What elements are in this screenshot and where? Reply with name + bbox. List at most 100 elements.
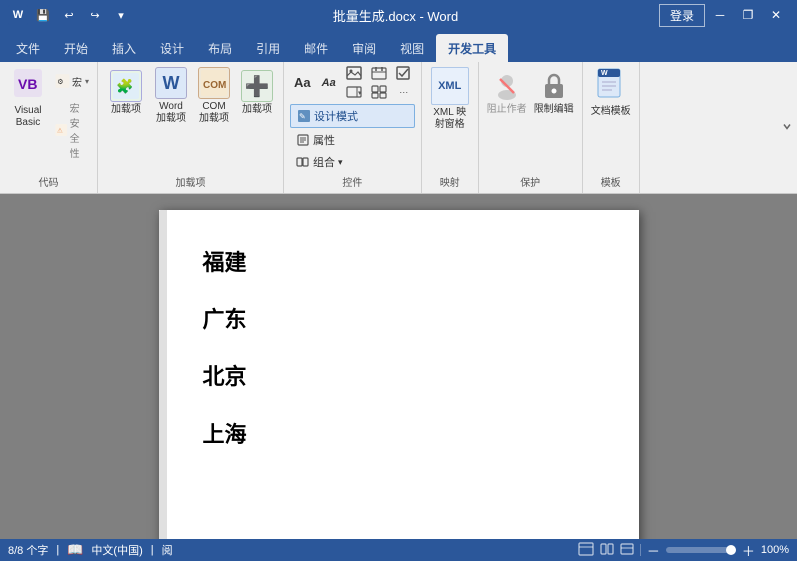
code-group-label: 代码 — [39, 174, 59, 191]
view-layout-btn[interactable] — [578, 542, 594, 559]
document-content: 福建 广东 北京 上海 — [199, 234, 599, 463]
combo-ctrl-btn[interactable]: ▾ — [343, 83, 365, 101]
picture-content-control-btn[interactable]: Aa — [318, 75, 340, 91]
com-addins-button[interactable]: COM COM加载项 — [194, 64, 234, 128]
date-ctrl-btn[interactable] — [368, 64, 390, 82]
image-ctrl-btn[interactable] — [343, 64, 365, 82]
more-ctrl-btn[interactable]: ⋯ — [393, 83, 415, 101]
view-read-btn[interactable] — [600, 542, 614, 559]
doc-template-label: 文档模板 — [591, 106, 631, 118]
spell-check-icon: 📖 — [67, 542, 83, 558]
redo-quick-btn[interactable]: ↪ — [84, 4, 106, 26]
template-group-label: 模板 — [601, 174, 621, 191]
zoom-in-btn[interactable]: ＋ — [742, 541, 755, 560]
ribbon-expand-btn[interactable] — [781, 120, 793, 135]
ribbon-group-code: VB Visual Basic ⚙ 宏 ▾ ⚠ 宏安全性 代码 — [0, 62, 98, 193]
addins-group-label: 加载项 — [176, 174, 206, 191]
word-addins-button[interactable]: W Word加载项 — [151, 64, 191, 128]
word-addins-label: Word加载项 — [156, 101, 186, 125]
doc-template-icon: W — [595, 68, 627, 104]
status-right: － ＋ 100% — [578, 541, 789, 560]
zoom-level: 100% — [761, 544, 789, 556]
doc-template-button[interactable]: W 文档模板 — [589, 64, 633, 122]
design-mode-button[interactable]: ✎ 设计模式 — [290, 104, 415, 128]
view-web-btn[interactable] — [620, 542, 634, 559]
title-text: 批量生成.docx - Word — [132, 6, 659, 25]
tab-references[interactable]: 引用 — [244, 34, 292, 62]
tab-review[interactable]: 审阅 — [340, 34, 388, 62]
block-authors-button[interactable]: 阻止作者 — [485, 64, 529, 122]
word-icon: W — [8, 5, 28, 25]
svg-text:VB: VB — [18, 76, 37, 92]
macro-security-button[interactable]: ⚠ 宏安全性 — [53, 98, 91, 162]
tab-file[interactable]: 文件 — [4, 34, 52, 62]
document-page: 福建 广东 北京 上海 — [159, 210, 639, 539]
text-content-control-btn[interactable]: Aa — [290, 73, 315, 92]
addins-group-content: 🧩 加载项 W Word加载项 COM COM加载项 — [104, 64, 277, 172]
design-mode-icon: ✎ — [297, 109, 311, 123]
title-bar-right: 登录 ─ ❐ ✕ — [659, 2, 789, 28]
properties-button[interactable]: 属性 — [290, 130, 415, 150]
tab-mailing[interactable]: 邮件 — [292, 34, 340, 62]
restrict-editing-button[interactable]: 限制编辑 — [532, 64, 576, 122]
svg-text:COM: COM — [203, 80, 226, 91]
restrict-editing-icon — [538, 70, 570, 102]
login-button[interactable]: 登录 — [659, 4, 705, 27]
svg-text:⚙: ⚙ — [57, 78, 63, 86]
ribbon-group-mapping: XML XML 映射窗格 映射 — [422, 62, 479, 193]
svg-text:🧩: 🧩 — [116, 78, 133, 95]
title-bar: W 💾 ↩ ↪ ▾ 批量生成.docx - Word 登录 ─ ❐ ✕ — [0, 0, 797, 30]
visual-basic-label: Visual Basic — [8, 105, 48, 129]
group-button[interactable]: 组合 ▾ — [290, 152, 415, 172]
addins-label: 加载项 — [111, 104, 141, 116]
read-mode-label: 阅 — [162, 542, 173, 558]
insert-addins-label: 加载项 — [242, 104, 272, 116]
status-sep — [640, 544, 641, 556]
tab-view[interactable]: 视图 — [388, 34, 436, 62]
save-quick-btn[interactable]: 💾 — [32, 4, 54, 26]
word-letter: W — [163, 73, 180, 94]
template-group-content: W 文档模板 — [589, 64, 633, 172]
controls-group-content: Aa Aa ▾ — [290, 64, 415, 172]
controls-top-row: Aa Aa ▾ — [290, 64, 415, 101]
restore-button[interactable]: ❐ — [735, 2, 761, 28]
visual-basic-icon: VB — [12, 67, 44, 103]
status-divider2: | — [151, 544, 154, 556]
macro-icon: ⚙ — [55, 68, 70, 94]
group-label: 组合 — [313, 154, 335, 170]
ribbon-tab-bar: 文件 开始 插入 设计 布局 引用 邮件 审阅 视图 开发工具 🔍 👤 共享 — [0, 30, 797, 62]
undo-quick-btn[interactable]: ↩ — [58, 4, 80, 26]
addins-button[interactable]: 🧩 加载项 — [104, 64, 148, 122]
tab-home[interactable]: 开始 — [52, 34, 100, 62]
customize-quick-btn[interactable]: ▾ — [110, 4, 132, 26]
properties-label: 属性 — [313, 132, 335, 148]
page-left-margin — [159, 210, 167, 539]
word-addins-icon: W — [155, 67, 187, 99]
com-addins-icon: COM — [198, 67, 230, 99]
block-authors-icon — [491, 70, 523, 102]
minimize-button[interactable]: ─ — [707, 2, 733, 28]
status-divider1: | — [56, 544, 59, 556]
macro-button[interactable]: ⚙ 宏 ▾ — [53, 66, 91, 96]
macro-security-icon: ⚠ — [55, 117, 68, 143]
zoom-out-btn[interactable]: － — [647, 541, 660, 560]
status-bar: 8/8 个字 | 📖 中文(中国) | 阅 － ＋ 100% — [0, 539, 797, 561]
checkbox-ctrl-btn[interactable] — [393, 64, 415, 82]
language-label: 中文(中国) — [91, 542, 142, 558]
svg-text:✎: ✎ — [299, 112, 306, 121]
close-button[interactable]: ✕ — [763, 2, 789, 28]
xml-mapping-button[interactable]: XML XML 映射窗格 — [428, 64, 472, 134]
svg-text:▾: ▾ — [358, 90, 362, 97]
building-block-ctrl-btn[interactable] — [368, 83, 390, 101]
macro-label: 宏 — [72, 74, 82, 89]
tab-insert[interactable]: 插入 — [100, 34, 148, 62]
tab-design[interactable]: 设计 — [148, 34, 196, 62]
tab-developer[interactable]: 开发工具 — [436, 34, 508, 62]
insert-addins-button[interactable]: ➕ 加载项 — [237, 64, 277, 122]
zoom-slider[interactable] — [666, 547, 736, 553]
tab-layout[interactable]: 布局 — [196, 34, 244, 62]
doc-line-4: 上海 — [203, 406, 599, 463]
ribbon-group-addins: 🧩 加载项 W Word加载项 COM COM加载项 — [98, 62, 284, 193]
visual-basic-button[interactable]: VB Visual Basic — [6, 64, 50, 132]
ctrl-icons-col3: ⋯ — [393, 64, 415, 101]
